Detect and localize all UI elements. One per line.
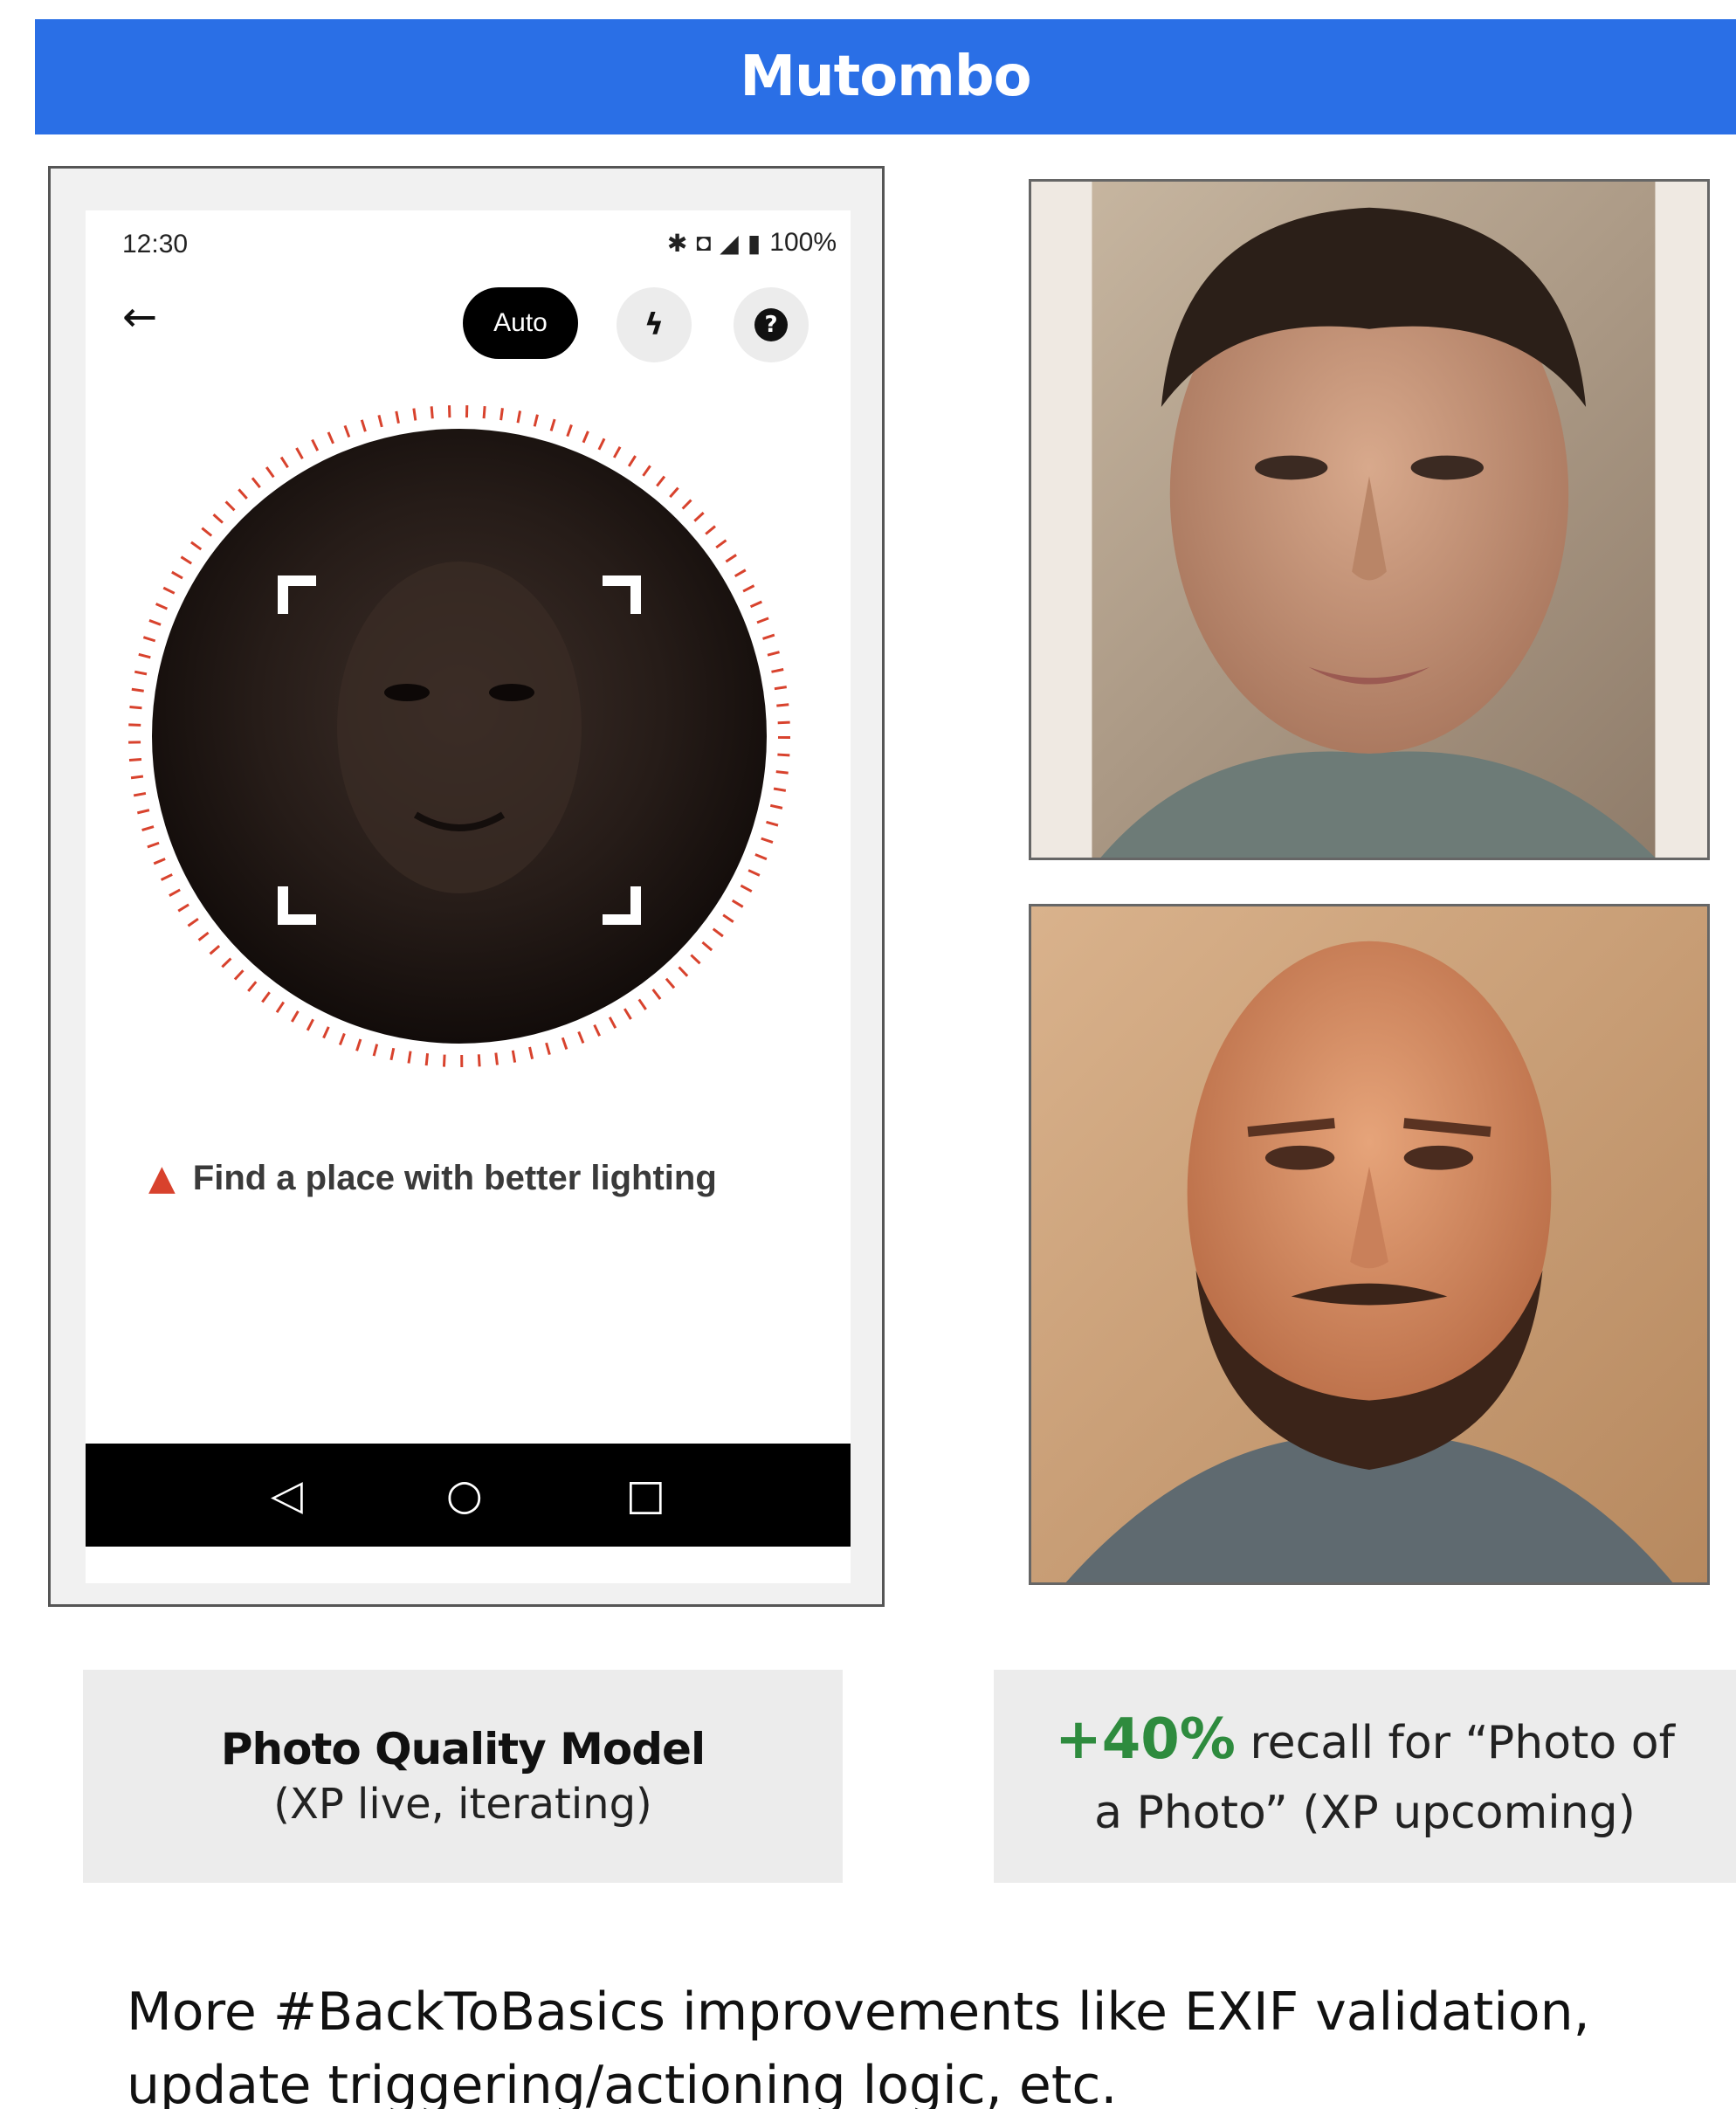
- phone-screen: 12:30 ✱ ◘ ◢ ▮ 100% ← Auto ϟ ? ▲ Find a p…: [86, 210, 851, 1583]
- help-button[interactable]: ?: [734, 287, 809, 362]
- auto-button[interactable]: Auto: [463, 287, 578, 359]
- portrait-photo-1: [1029, 179, 1710, 860]
- nav-back-icon[interactable]: ◁: [271, 1471, 303, 1520]
- android-nav-bar: ◁ ○ □: [86, 1444, 851, 1547]
- lighting-message: Find a place with better lighting: [192, 1158, 717, 1197]
- recall-line-1-text: recall for “Photo of: [1235, 1717, 1675, 1769]
- battery-icon: ▮: [747, 229, 761, 257]
- footer-line-2: update triggering/actioning logic, etc.: [127, 2055, 1118, 2109]
- vibrate-icon: ◘: [696, 229, 712, 256]
- arrow-left-icon: ←: [122, 293, 158, 341]
- banner-title: Mutombo: [740, 45, 1031, 109]
- face-capture-circle: [128, 405, 790, 1067]
- signal-icon: ◢: [720, 229, 739, 257]
- nav-home-icon[interactable]: ○: [446, 1471, 483, 1520]
- status-time: 12:30: [122, 230, 189, 258]
- footer-note: More #BackToBasics improvements like EXI…: [127, 1975, 1664, 2109]
- photo-quality-caption: Photo Quality Model (XP live, iterating): [83, 1670, 843, 1883]
- portrait-photo-2: [1029, 904, 1710, 1585]
- help-icon: ?: [754, 308, 788, 341]
- recall-percent: +40%: [1055, 1707, 1236, 1772]
- caption-subtitle: (XP live, iterating): [273, 1780, 652, 1829]
- warning-icon: ▲: [148, 1158, 176, 1198]
- caption-title: Photo Quality Model: [220, 1724, 706, 1775]
- phone-mockup: 12:30 ✱ ◘ ◢ ▮ 100% ← Auto ϟ ? ▲ Find a p…: [48, 166, 885, 1607]
- recall-caption: +40% recall for “Photo of a Photo” (XP u…: [994, 1670, 1736, 1883]
- recall-line-1: +40% recall for “Photo of: [1055, 1705, 1675, 1778]
- nav-recents-icon[interactable]: □: [626, 1471, 665, 1520]
- bluetooth-icon: ✱: [666, 229, 688, 257]
- auto-label: Auto: [493, 308, 548, 337]
- back-button[interactable]: ←: [122, 291, 175, 343]
- status-icons: ✱ ◘ ◢ ▮ 100%: [667, 228, 837, 258]
- header-banner: Mutombo: [35, 19, 1736, 134]
- footer-line-1: More #BackToBasics improvements like EXI…: [127, 1981, 1590, 2043]
- battery-percent: 100%: [769, 228, 837, 257]
- lighting-warning: ▲ Find a place with better lighting: [148, 1158, 717, 1198]
- flash-off-icon: ϟ: [644, 307, 665, 342]
- recall-line-2: a Photo” (XP upcoming): [1094, 1787, 1636, 1839]
- flash-button[interactable]: ϟ: [617, 287, 692, 362]
